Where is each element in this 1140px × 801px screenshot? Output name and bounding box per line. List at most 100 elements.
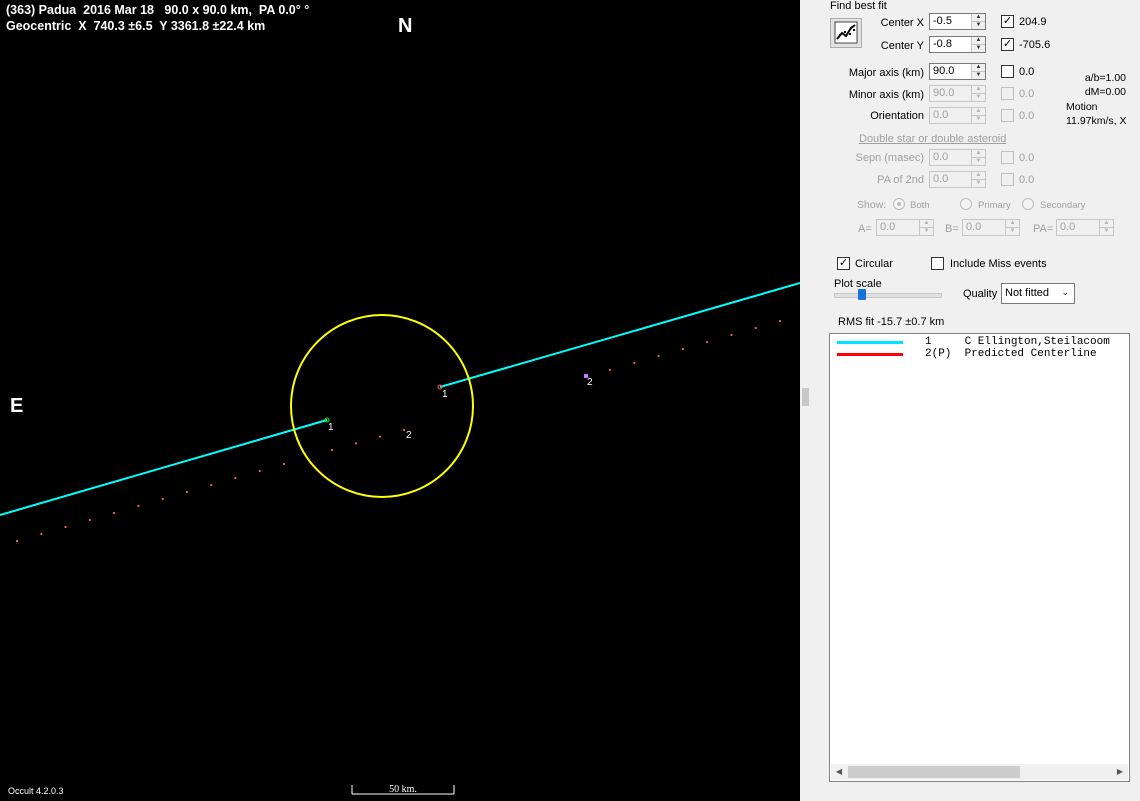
circular-label: Circular [855, 258, 893, 270]
radio-secondary-label: Secondary [1040, 200, 1086, 211]
north-label: N [398, 15, 413, 37]
chord-label: 1 [442, 389, 448, 400]
quality-label: Quality [963, 288, 998, 300]
quality-select[interactable]: Not fitted ⌄ [1001, 283, 1075, 304]
center-y-checkbox[interactable]: ✓ [1001, 38, 1014, 51]
sepn-label: Sepn (masec) [855, 152, 924, 164]
asteroid-outline [290, 314, 474, 498]
center-x-result: 204.9 [1019, 16, 1047, 28]
center-x-checkbox[interactable]: ✓ [1001, 15, 1014, 28]
predicted-dot [88, 518, 91, 522]
predicted-dot [633, 361, 636, 365]
orientation-result: 0.0 [1019, 110, 1035, 122]
chord-label: 1 [328, 422, 334, 433]
center-x-input[interactable]: -0.5 ▲ ▼ [929, 13, 986, 30]
minor-axis-result: 0.0 [1019, 88, 1035, 100]
predicted-dot [754, 326, 757, 330]
plot-title-line2: Geocentric X 740.3 ±6.5 Y 3361.8 ±22.4 k… [6, 19, 266, 33]
predicted-dot [730, 333, 733, 337]
plot-scale-thumb[interactable] [858, 289, 866, 300]
predicted-dot [40, 532, 43, 536]
a-input[interactable]: 0.0 ▲ ▼ [876, 219, 934, 236]
pa-label: PA= [1033, 223, 1054, 235]
major-axis-checkbox[interactable] [1001, 65, 1014, 78]
major-axis-result: 0.0 [1019, 66, 1035, 78]
pa2-checkbox[interactable] [1001, 173, 1014, 186]
predicted-dot [185, 490, 189, 494]
double-star-link[interactable]: Double star or double asteroid [859, 133, 1006, 145]
pa2-label: PA of 2nd [877, 174, 924, 186]
predicted-dot [778, 319, 782, 323]
a-label: A= [858, 223, 872, 235]
motion-label: Motion [1066, 101, 1098, 113]
radio-both[interactable] [893, 198, 905, 210]
splitter-grip[interactable] [802, 388, 809, 406]
predicted-dot [681, 347, 684, 351]
predicted-dot [112, 511, 116, 515]
minor-axis-checkbox[interactable] [1001, 87, 1014, 100]
sepn-result: 0.0 [1019, 152, 1035, 164]
orientation-checkbox[interactable] [1001, 109, 1014, 122]
center-y-label: Center Y [880, 40, 924, 52]
minor-axis-label: Minor axis (km) [848, 89, 924, 101]
splitter[interactable] [800, 0, 822, 801]
scroll-right-icon[interactable]: ▶ [1112, 764, 1128, 780]
predicted-dot [137, 504, 140, 508]
minor-axis-input[interactable]: 90.0 ▲ ▼ [929, 85, 986, 102]
list-item-text: 1 C Ellington,Steilacoom [925, 336, 1110, 348]
predicted-dot [161, 497, 164, 501]
predicted-dot [608, 368, 612, 372]
predicted-dot [706, 340, 709, 344]
pa-input[interactable]: 0.0 ▲ ▼ [1056, 219, 1114, 236]
plot-scale-track[interactable] [834, 293, 942, 298]
show-label: Show: [857, 199, 887, 211]
predicted-dot [330, 448, 334, 452]
circular-checkbox[interactable]: ✓ [837, 257, 850, 270]
predicted-dot [258, 469, 261, 473]
radio-primary[interactable] [960, 198, 972, 210]
observers-list[interactable]: 1 C Ellington,Steilacoom 2(P) Predicted … [829, 333, 1130, 782]
radio-secondary[interactable] [1022, 198, 1034, 210]
predicted-dot [282, 462, 286, 466]
chord-color-swatch [837, 341, 903, 344]
center-x-label: Center X [880, 17, 924, 29]
include-miss-label: Include Miss events [950, 258, 1047, 270]
sepn-input[interactable]: 0.0 ▲ ▼ [929, 149, 986, 166]
control-panel: Find best fit Center X -0.5 ▲ ▼ ✓ 204.9 Ce… [822, 0, 1140, 801]
predicted-dot [15, 539, 19, 543]
chord-1-left-line [0, 419, 328, 516]
center-y-result: -705.6 [1019, 39, 1051, 51]
quality-value: Not fitted [1005, 287, 1050, 299]
center-y-input[interactable]: -0.8 ▲ ▼ [929, 36, 986, 53]
east-label: E [10, 395, 24, 417]
occultation-plot[interactable]: (363) Padua 2016 Mar 18 90.0 x 90.0 km, … [0, 0, 800, 801]
find-best-fit-button[interactable] [830, 18, 862, 48]
predicted-label: 2 [587, 377, 593, 388]
orientation-input[interactable]: 0.0 ▲ ▼ [929, 107, 986, 124]
ab-ratio: a/b=1.00 [1084, 72, 1126, 84]
major-axis-input[interactable]: 90.0 ▲ ▼ [929, 63, 986, 80]
predicted-dot [354, 442, 358, 445]
list-item[interactable]: 2(P) Predicted Centerline [830, 348, 1129, 360]
scrollbar-thumb[interactable] [848, 766, 1020, 778]
chord-1-right-line [439, 282, 800, 388]
horizontal-scrollbar[interactable]: ◀ ▶ [831, 764, 1128, 780]
b-input[interactable]: 0.0 ▲ ▼ [962, 219, 1020, 236]
major-axis-label: Major axis (km) [848, 67, 924, 79]
pa2-input[interactable]: 0.0 ▲ ▼ [929, 171, 986, 188]
predicted-centerline [15, 319, 782, 543]
version-label: Occult 4.2.0.3 [8, 786, 64, 796]
list-item[interactable]: 1 C Ellington,Steilacoom [830, 336, 1129, 348]
fit-chart-icon [834, 21, 858, 44]
predicted-dot [64, 525, 67, 529]
scroll-left-icon[interactable]: ◀ [831, 764, 847, 780]
list-item-text: 2(P) Predicted Centerline [925, 348, 1097, 360]
motion-value: 11.97km/s, X [1066, 115, 1127, 127]
radio-both-label: Both [910, 200, 930, 211]
find-best-fit-label: Find best fit [830, 0, 887, 12]
chevron-down-icon: ⌄ [1061, 287, 1069, 297]
predicted-dot [210, 483, 213, 487]
plot-title-line1: (363) Padua 2016 Mar 18 90.0 x 90.0 km, … [6, 3, 310, 17]
sepn-checkbox[interactable] [1001, 151, 1014, 164]
include-miss-checkbox[interactable] [931, 257, 944, 270]
